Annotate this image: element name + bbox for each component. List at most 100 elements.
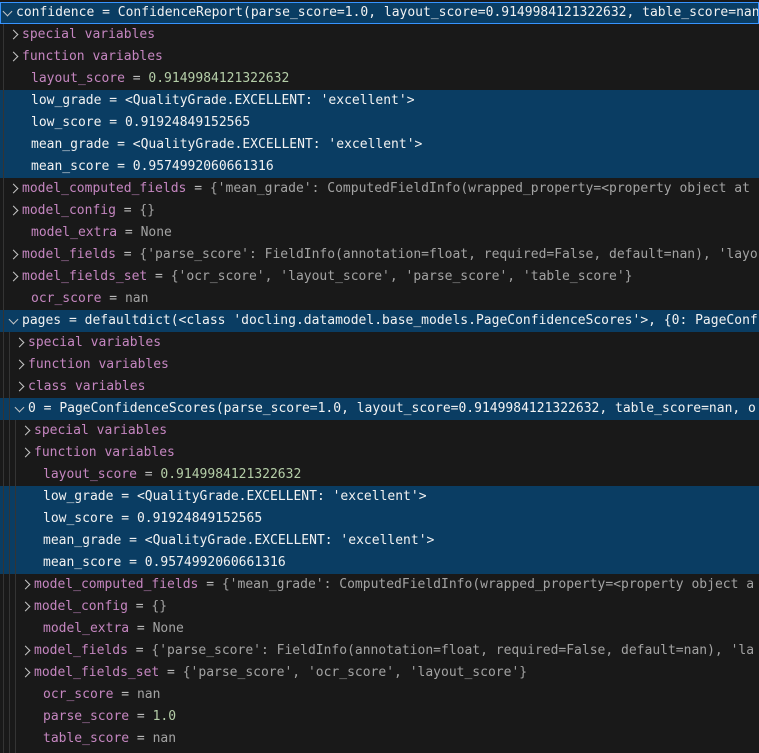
equals-sign: = [147,269,170,284]
variable-value: nan [125,291,148,306]
variable-value: <QualityGrade.EXCELLENT: 'excellent'> [125,93,415,108]
variable-value: {'mean_grade': ComputedFieldInfo(wrapped… [210,181,750,196]
variable-name: model_extra [43,621,129,636]
equals-sign: = [129,621,152,636]
variable-value: 0.9149984121322632 [148,71,289,86]
variable-name: model_fields [22,247,116,262]
chevron-right-icon[interactable] [15,382,25,392]
variable-value: defaultdict(<class 'docling.datamodel.ba… [85,313,758,328]
group-label: function variables [22,49,163,64]
variable-name: mean_grade [31,137,109,152]
chevron-right-icon[interactable] [9,250,19,260]
tree-row-confidence[interactable]: confidence = ConfidenceReport(parse_scor… [0,2,759,24]
tree-row-0[interactable]: 0 = PageConfidenceScores(parse_score=1.0… [0,398,759,420]
equals-sign: = [198,577,221,592]
tree-row-model-fields-set[interactable]: model_fields_set = {'ocr_score', 'layout… [0,266,759,288]
tree-row-low-score[interactable]: low_score = 0.91924849152565 [0,508,759,530]
tree-row-model-extra[interactable]: model_extra = None [0,222,759,244]
equals-sign: = [125,71,148,86]
tree-row-function-variables[interactable]: function variables [0,354,759,376]
variable-value: {'ocr_score', 'layout_score', 'parse_sco… [171,269,633,284]
chevron-right-icon[interactable] [9,184,19,194]
chevron-right-icon[interactable] [9,206,19,216]
tree-row-model-fields[interactable]: model_fields = {'parse_score': FieldInfo… [0,640,759,662]
tree-row-ocr-score[interactable]: ocr_score = nan [0,288,759,310]
tree-row-pages[interactable]: pages = defaultdict(<class 'docling.data… [0,310,759,332]
variable-value: <QualityGrade.EXCELLENT: 'excellent'> [133,137,423,152]
equals-sign: = [116,203,139,218]
variable-value: None [153,621,184,636]
variable-name: model_config [22,203,116,218]
tree-row-model-config[interactable]: model_config = {} [0,596,759,618]
variable-name: confidence [16,5,94,20]
tree-row-model-computed-fields[interactable]: model_computed_fields = {'mean_grade': C… [0,178,759,200]
group-label: special variables [28,335,161,350]
variable-name: table_score [43,731,129,746]
chevron-right-icon[interactable] [15,338,25,348]
chevron-right-icon[interactable] [21,426,31,436]
tree-row-mean-score[interactable]: mean_score = 0.9574992060661316 [0,156,759,178]
group-label: special variables [22,27,155,42]
tree-row-model-computed-fields[interactable]: model_computed_fields = {'mean_grade': C… [0,574,759,596]
chevron-down-icon[interactable] [9,315,19,325]
tree-row-model-fields-set[interactable]: model_fields_set = {'parse_score', 'ocr_… [0,662,759,684]
variable-name: model_extra [31,225,117,240]
chevron-right-icon[interactable] [21,646,31,656]
equals-sign: = [137,467,160,482]
chevron-down-icon[interactable] [3,7,13,17]
tree-row-function-variables[interactable]: function variables [0,442,759,464]
variable-value: 0.9574992060661316 [133,159,274,174]
equals-sign: = [109,159,132,174]
variable-value: 0.91924849152565 [137,511,262,526]
variable-name: model_fields_set [22,269,147,284]
tree-row-low-grade[interactable]: low_grade = <QualityGrade.EXCELLENT: 'ex… [0,486,759,508]
equals-sign: = [109,137,132,152]
tree-row-model-extra[interactable]: model_extra = None [0,618,759,640]
tree-row-mean-grade[interactable]: mean_grade = <QualityGrade.EXCELLENT: 'e… [0,134,759,156]
tree-row-mean-grade[interactable]: mean_grade = <QualityGrade.EXCELLENT: 'e… [0,530,759,552]
variable-name: mean_score [43,555,121,570]
variable-name: layout_score [31,71,125,86]
equals-sign: = [113,511,136,526]
chevron-right-icon[interactable] [21,448,31,458]
equals-sign: = [61,313,84,328]
tree-row-function-variables[interactable]: function variables [0,46,759,68]
tree-row-class-variables[interactable]: class variables [0,376,759,398]
tree-row-layout-score[interactable]: layout_score = 0.9149984121322632 [0,464,759,486]
tree-row-table-score[interactable]: table_score = nan [0,728,759,750]
variable-name: model_config [34,599,128,614]
variable-name: model_fields_set [34,665,159,680]
equals-sign: = [186,181,209,196]
variable-value: 0.91924849152565 [125,115,250,130]
chevron-right-icon[interactable] [21,602,31,612]
variable-value: PageConfidenceScores(parse_score=1.0, la… [59,401,756,416]
variable-value: {'parse_score': FieldInfo(annotation=flo… [139,247,757,262]
tree-row-model-fields[interactable]: model_fields = {'parse_score': FieldInfo… [0,244,759,266]
equals-sign: = [129,731,152,746]
chevron-right-icon[interactable] [21,668,31,678]
tree-row-low-score[interactable]: low_score = 0.91924849152565 [0,112,759,134]
variable-value: 0.9574992060661316 [145,555,286,570]
variables-tree: confidence = ConfidenceReport(parse_scor… [0,0,759,753]
equals-sign: = [121,555,144,570]
tree-row-special-variables[interactable]: special variables [0,24,759,46]
tree-row-low-grade[interactable]: low_grade = <QualityGrade.EXCELLENT: 'ex… [0,90,759,112]
tree-row-special-variables[interactable]: special variables [0,420,759,442]
chevron-down-icon[interactable] [15,403,25,413]
variable-value: {'parse_score': FieldInfo(annotation=flo… [151,643,754,658]
tree-row-ocr-score[interactable]: ocr_score = nan [0,684,759,706]
tree-row-mean-score[interactable]: mean_score = 0.9574992060661316 [0,552,759,574]
chevron-right-icon[interactable] [9,30,19,40]
chevron-right-icon[interactable] [9,272,19,282]
chevron-right-icon[interactable] [9,52,19,62]
group-label: function variables [34,445,175,460]
variable-name: low_grade [43,489,113,504]
tree-row-parse-score[interactable]: parse_score = 1.0 [0,706,759,728]
tree-row-model-config[interactable]: model_config = {} [0,200,759,222]
chevron-right-icon[interactable] [15,360,25,370]
variable-value: <QualityGrade.EXCELLENT: 'excellent'> [145,533,435,548]
tree-row-layout-score[interactable]: layout_score = 0.9149984121322632 [0,68,759,90]
tree-row-special-variables[interactable]: special variables [0,332,759,354]
equals-sign: = [116,247,139,262]
chevron-right-icon[interactable] [21,580,31,590]
